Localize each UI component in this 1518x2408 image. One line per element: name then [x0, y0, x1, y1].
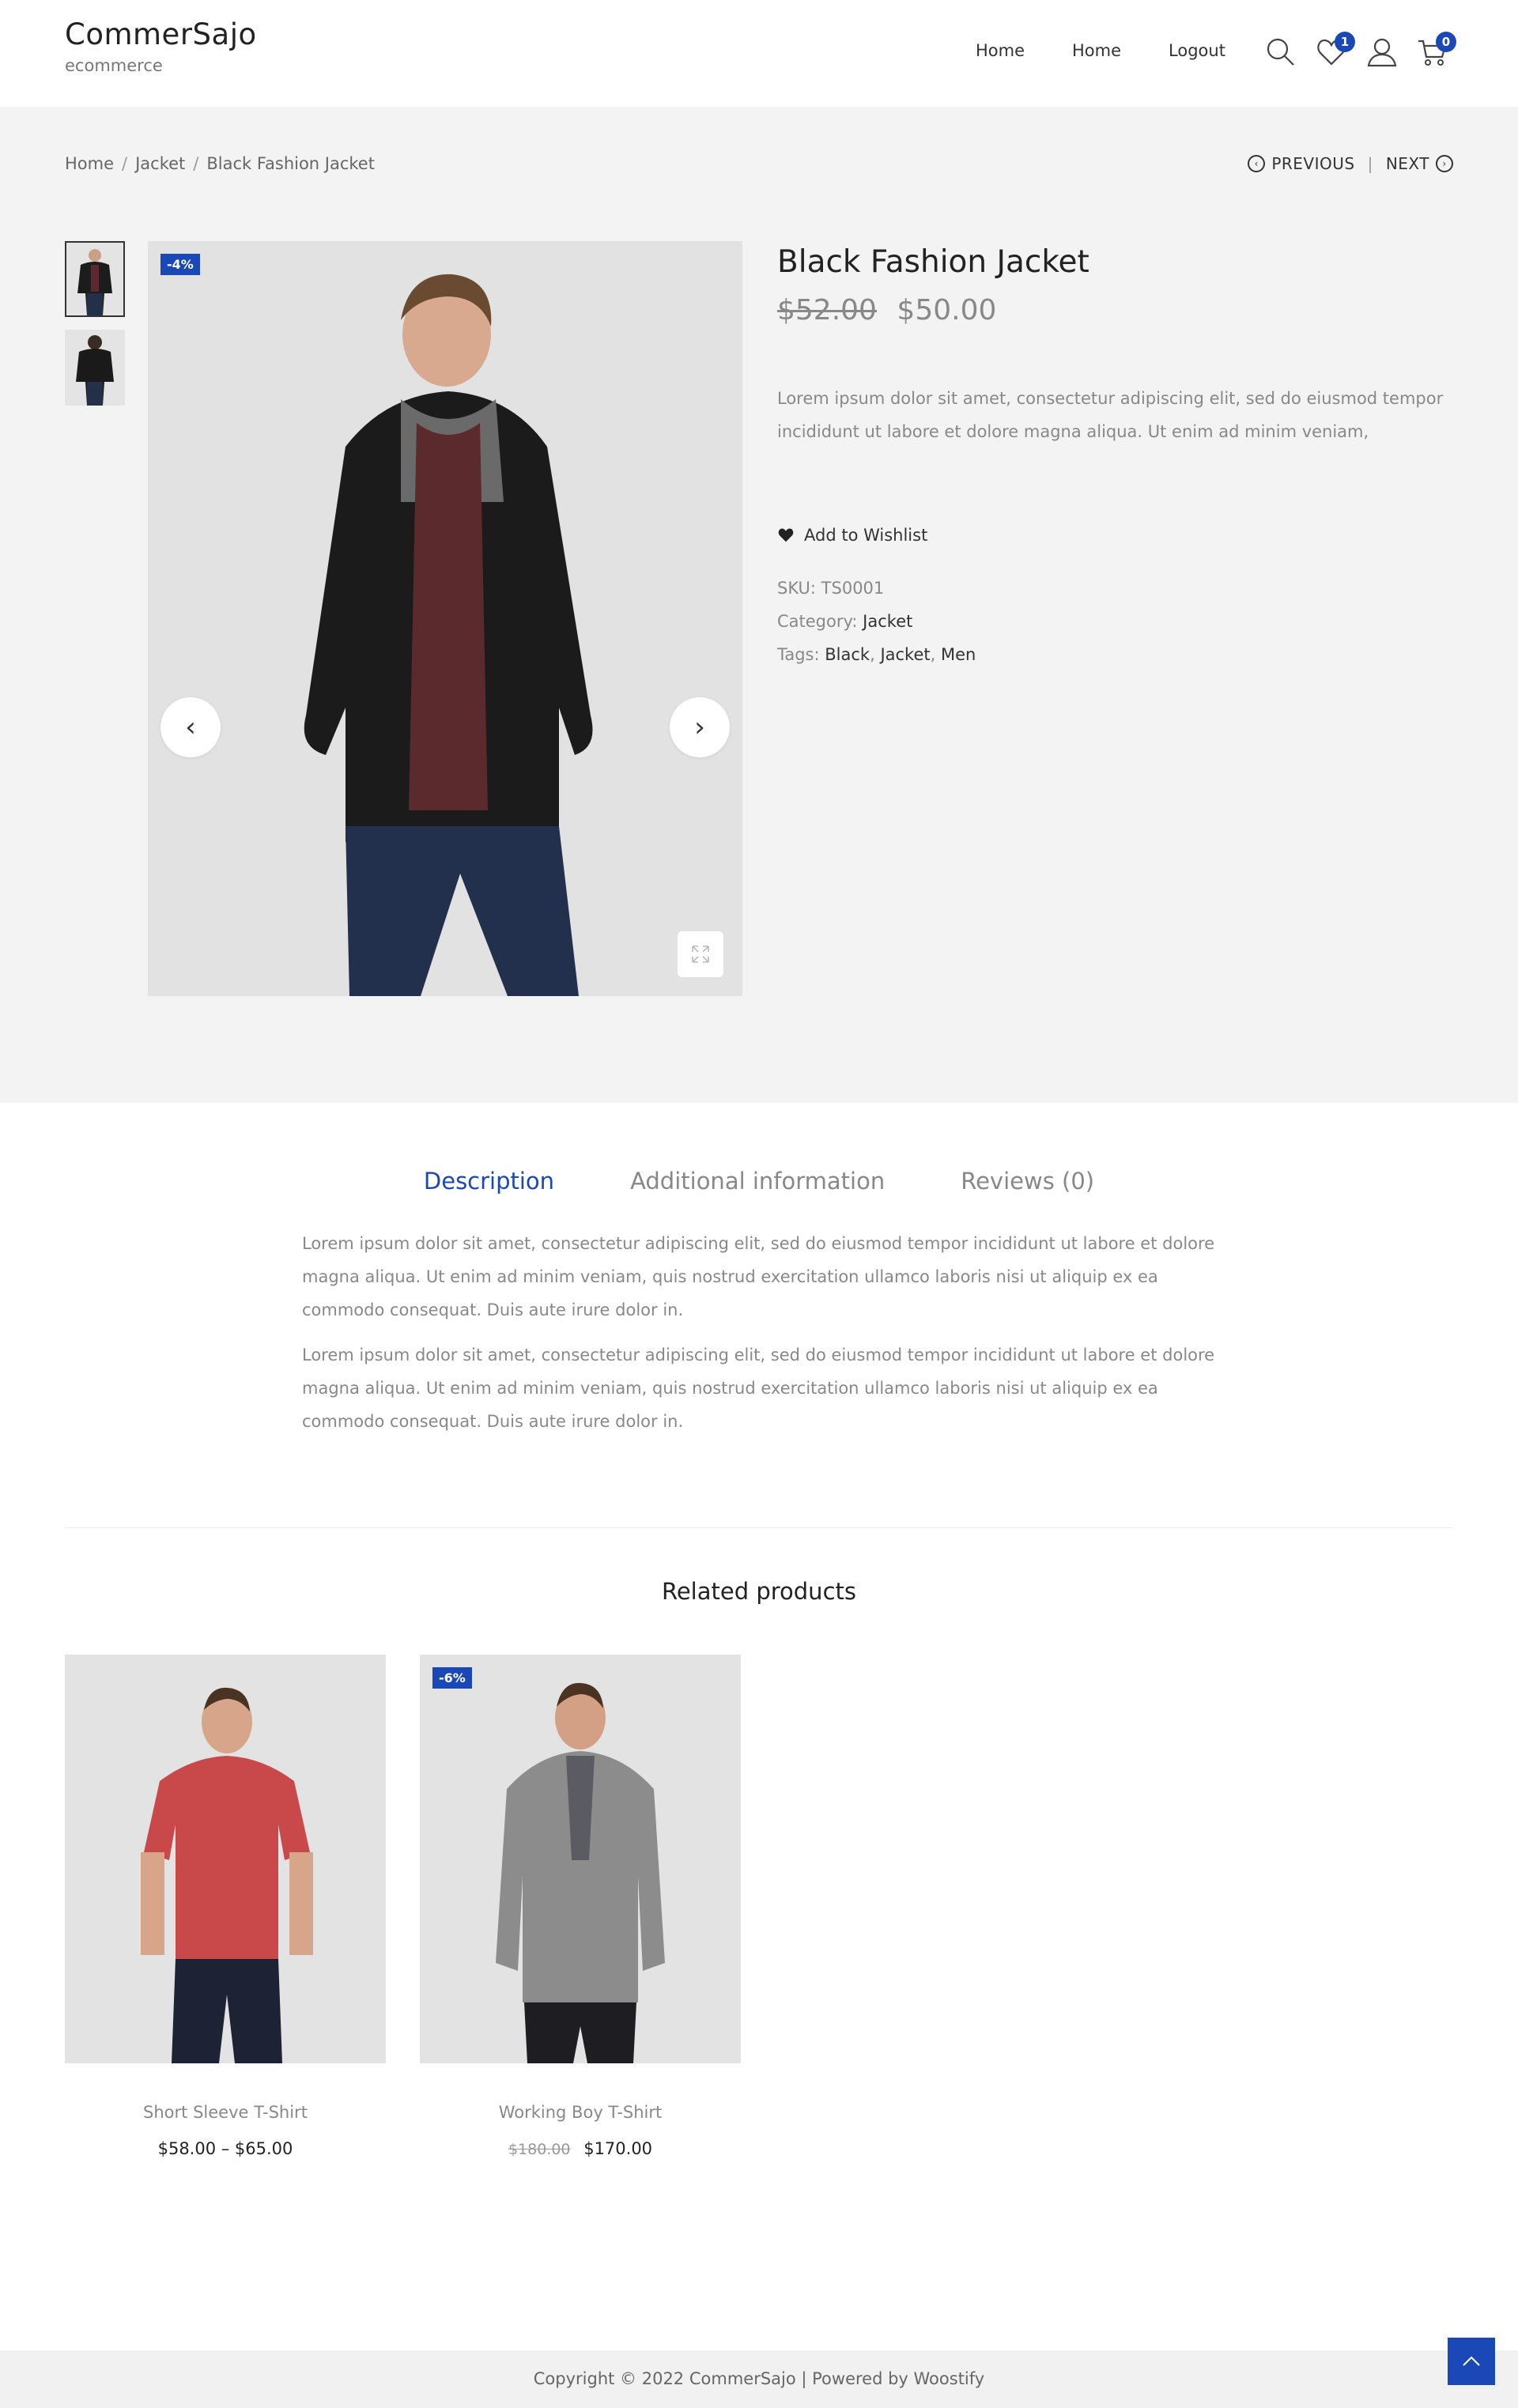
next-image-button[interactable]: › [670, 697, 730, 757]
product-tabs: Description Additional information Revie… [0, 1168, 1518, 1195]
product-meta: SKU: TS0001 Category: Jacket Tags: Black… [777, 572, 1457, 671]
previous-product-link[interactable]: ‹ PREVIOUS [1248, 154, 1354, 173]
tab-reviews[interactable]: Reviews (0) [961, 1168, 1094, 1195]
related-product-price: $58.00 – $65.00 [65, 2139, 386, 2158]
jacket-front-thumbnail-image [66, 243, 123, 315]
breadcrumb-current: Black Fashion Jacket [206, 154, 375, 173]
category-link[interactable]: Jacket [863, 612, 912, 631]
thumbnail-front[interactable] [65, 241, 125, 317]
main-nav: Home Home Logout [976, 41, 1225, 60]
chevron-left-icon: ‹ [1248, 155, 1266, 172]
nav-item-home[interactable]: Home [976, 41, 1025, 60]
product-pagination: ‹ PREVIOUS | NEXT › [1248, 154, 1453, 173]
black-jacket-model-photo [148, 241, 742, 996]
sale-price: $170.00 [583, 2139, 653, 2158]
jacket-back-thumbnail-image [65, 330, 125, 406]
nav-item-home-2[interactable]: Home [1072, 41, 1121, 60]
previous-label: PREVIOUS [1271, 154, 1355, 173]
related-product-image[interactable]: -6% [420, 1655, 741, 2063]
original-price: $180.00 [508, 2141, 571, 2158]
red-tshirt-model-photo [65, 1655, 386, 2063]
scroll-to-top-button[interactable] [1448, 2338, 1495, 2385]
product-price: $52.00 $50.00 [777, 294, 1457, 326]
product-summary: Black Fashion Jacket $52.00 $50.00 Lorem… [777, 241, 1457, 671]
thumbnail-back[interactable] [65, 330, 125, 406]
cart-icon[interactable]: 0 [1417, 32, 1456, 70]
category-row: Category: Jacket [777, 605, 1457, 638]
site-logo[interactable]: CommerSajo ecommerce [65, 17, 257, 75]
description-paragraph: Lorem ipsum dolor sit amet, consectetur … [302, 1346, 1215, 1431]
next-label: NEXT [1385, 154, 1429, 173]
breadcrumb-separator: / [193, 154, 199, 173]
tags-row: Tags: Black, Jacket, Men [777, 645, 976, 664]
section-divider [65, 1527, 1453, 1528]
tag-link-jacket[interactable]: Jacket [880, 645, 930, 664]
next-product-link[interactable]: NEXT › [1386, 154, 1453, 173]
sale-price: $50.00 [897, 294, 997, 326]
related-product-name[interactable]: Short Sleeve T-Shirt [65, 2103, 386, 2122]
pagination-divider: | [1367, 154, 1373, 173]
site-title[interactable]: CommerSajo [65, 17, 257, 51]
related-products-title: Related products [661, 1578, 856, 1605]
chevron-right-icon: › [1436, 155, 1453, 172]
category-label: Category: [777, 612, 858, 631]
product-main-image[interactable]: -4% ‹ › [148, 241, 742, 996]
zoom-image-button[interactable] [678, 931, 723, 977]
breadcrumb-separator: / [122, 154, 128, 173]
tag-link-black[interactable]: Black [825, 645, 870, 664]
sale-badge: -6% [432, 1667, 472, 1689]
description-paragraph: Lorem ipsum dolor sit amet, consectetur … [302, 1234, 1215, 1319]
wishlist-count-badge: 1 [1335, 32, 1355, 52]
sku-label: SKU: [777, 579, 816, 598]
product-thumbnails [65, 241, 125, 418]
chevron-right-icon: › [694, 711, 705, 743]
user-account-icon[interactable] [1366, 35, 1398, 70]
breadcrumb-home[interactable]: Home [65, 154, 114, 173]
tab-additional-information[interactable]: Additional information [630, 1168, 885, 1195]
site-header: CommerSajo ecommerce Home Home Logout 1 … [0, 0, 1518, 107]
tag-link-men[interactable]: Men [941, 645, 976, 664]
related-product-name[interactable]: Working Boy T-Shirt [420, 2103, 741, 2122]
expand-icon [692, 945, 709, 963]
site-tagline: ecommerce [65, 56, 163, 75]
product-area: Home / Jacket / Black Fashion Jacket ‹ P… [0, 107, 1518, 1103]
wishlist-heart-icon[interactable]: 1 [1316, 32, 1355, 70]
tab-description[interactable]: Description [424, 1168, 554, 1195]
previous-image-button[interactable]: ‹ [160, 697, 221, 757]
product-title: Black Fashion Jacket [777, 244, 1089, 280]
search-icon[interactable] [1265, 35, 1297, 70]
chevron-left-icon: ‹ [185, 711, 196, 743]
tags-label: Tags: [777, 645, 820, 664]
breadcrumb: Home / Jacket / Black Fashion Jacket [65, 154, 375, 173]
heart-icon [778, 528, 794, 542]
related-product-card: Short Sleeve T-Shirt $58.00 – $65.00 [65, 1655, 386, 2158]
site-footer: Copyright © 2022 CommerSajo | Powered by… [0, 2350, 1518, 2408]
wishlist-label: Add to Wishlist [804, 526, 928, 545]
sale-badge: -4% [160, 254, 200, 275]
related-product-price: $180.00 $170.00 [420, 2139, 741, 2158]
gray-blazer-model-photo [420, 1655, 741, 2063]
breadcrumb-jacket[interactable]: Jacket [135, 154, 185, 173]
header-icons: 1 0 [1265, 32, 1456, 70]
related-product-image[interactable] [65, 1655, 386, 2063]
add-to-wishlist-button[interactable]: Add to Wishlist [777, 526, 1457, 545]
copyright-text: Copyright © 2022 CommerSajo | Powered by… [533, 2369, 985, 2388]
related-product-card: -6% Working Boy T-Shirt $180.00 $170.00 [420, 1655, 741, 2158]
original-price: $52.00 [777, 294, 877, 326]
sku-value: TS0001 [821, 579, 885, 598]
price-range: $58.00 – $65.00 [157, 2139, 293, 2158]
description-panel: Lorem ipsum dolor sit amet, consectetur … [302, 1227, 1219, 1438]
cart-count-badge: 0 [1436, 32, 1456, 52]
product-short-description: Lorem ipsum dolor sit amet, consectetur … [777, 389, 1444, 441]
chevron-up-icon [1463, 2356, 1480, 2366]
nav-item-logout[interactable]: Logout [1169, 41, 1225, 60]
sku-row: SKU: TS0001 [777, 572, 1457, 605]
